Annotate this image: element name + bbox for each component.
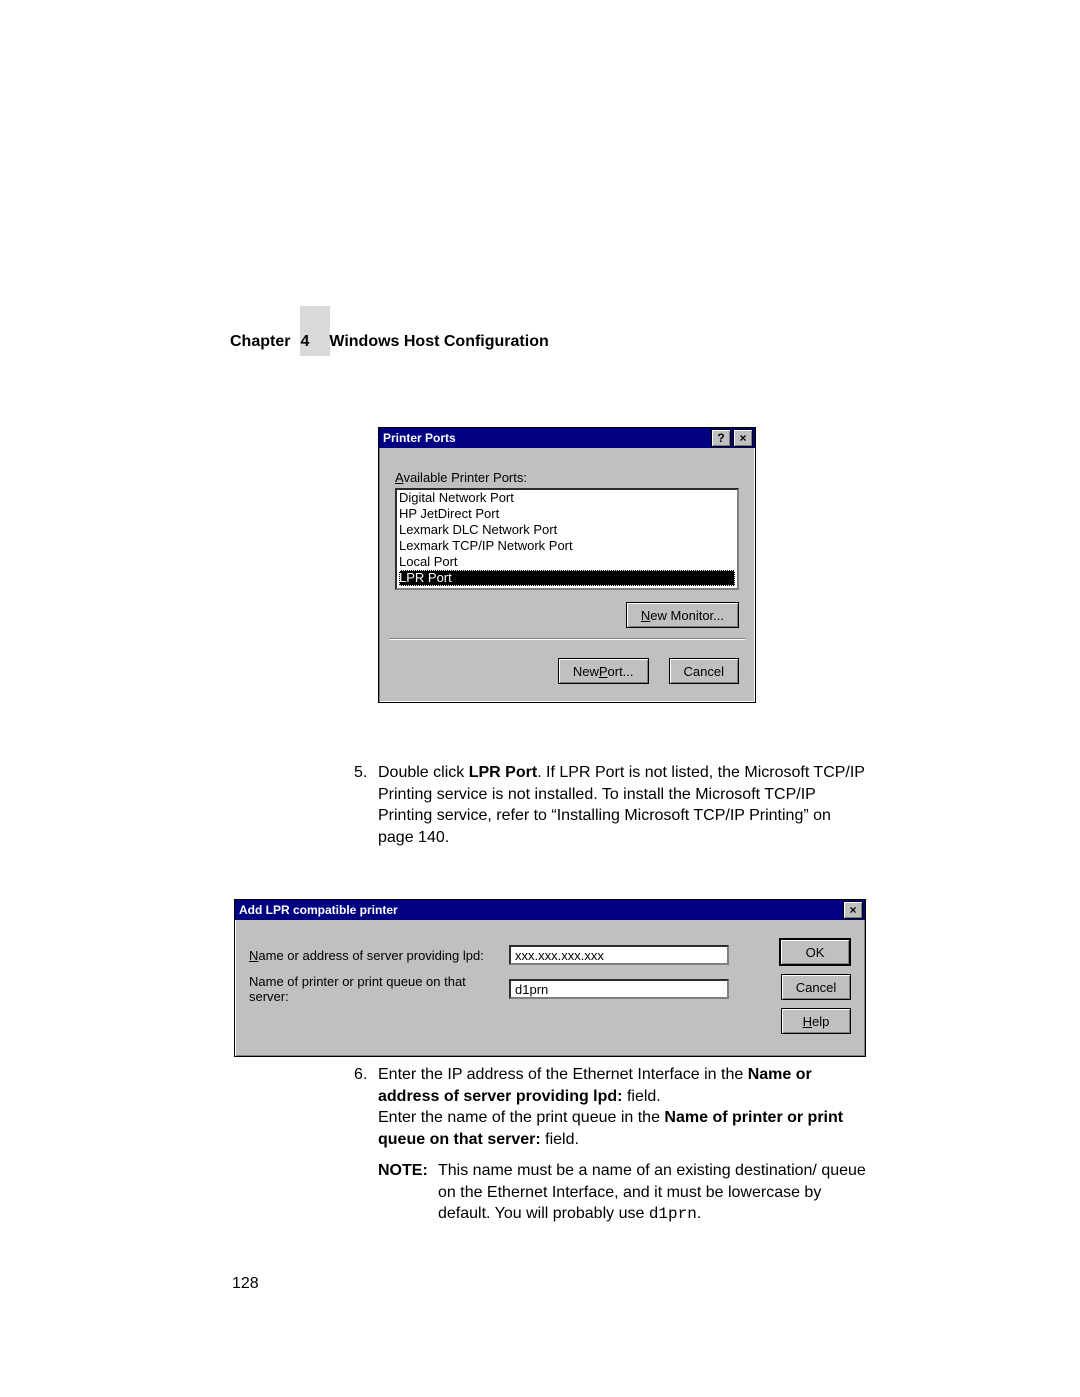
list-item-selected[interactable]: LPR Port bbox=[399, 570, 735, 586]
close-button[interactable]: × bbox=[733, 429, 753, 447]
list-item[interactable]: Digital Network Port bbox=[399, 490, 735, 506]
ports-listbox[interactable]: Digital Network Port HP JetDirect Port L… bbox=[395, 488, 739, 590]
ok-button[interactable]: OK bbox=[779, 938, 851, 966]
cancel-button[interactable]: Cancel bbox=[669, 658, 739, 684]
dialog-titlebar: Add LPR compatible printer × bbox=[235, 900, 865, 920]
close-button[interactable]: × bbox=[843, 901, 863, 919]
list-item[interactable]: Local Port bbox=[399, 554, 735, 570]
server-address-label: Name or address of server providing lpd: bbox=[249, 938, 509, 972]
new-monitor-button[interactable]: New Monitor... bbox=[626, 602, 739, 628]
chapter-word: Chapter bbox=[230, 333, 290, 351]
list-item[interactable]: Lexmark DLC Network Port bbox=[399, 522, 735, 538]
step-number: 5. bbox=[354, 762, 367, 784]
step-number: 6. bbox=[354, 1064, 367, 1086]
cancel-button[interactable]: Cancel bbox=[781, 974, 851, 1000]
printer-queue-input[interactable]: d1prn bbox=[509, 979, 729, 999]
note-label: NOTE: bbox=[378, 1160, 428, 1182]
dialog-title: Add LPR compatible printer bbox=[239, 903, 398, 917]
printer-ports-dialog: Printer Ports ? × Available Printer Port… bbox=[378, 427, 756, 703]
chapter-header: Chapter 4 Windows Host Configuration bbox=[230, 333, 549, 351]
add-lpr-printer-dialog: Add LPR compatible printer × Name or add… bbox=[234, 899, 866, 1057]
available-ports-label: Available Printer Ports: bbox=[395, 470, 739, 485]
step-5-text: 5. Double click LPR Port. If LPR Port is… bbox=[378, 762, 868, 848]
divider bbox=[389, 638, 745, 640]
note-text: NOTE: This name must be a name of an exi… bbox=[438, 1160, 878, 1226]
page-number: 128 bbox=[232, 1275, 259, 1293]
printer-queue-label: Name of printer or print queue on that s… bbox=[249, 972, 509, 1006]
help-button[interactable]: ? bbox=[711, 429, 731, 447]
dialog-title: Printer Ports bbox=[383, 431, 456, 445]
list-item[interactable]: Lexmark TCP/IP Network Port bbox=[399, 538, 735, 554]
help-button[interactable]: Help bbox=[781, 1008, 851, 1034]
server-address-input[interactable]: xxx.xxx.xxx.xxx bbox=[509, 945, 729, 965]
chapter-number: 4 bbox=[300, 333, 309, 351]
chapter-title: Windows Host Configuration bbox=[329, 333, 548, 351]
step-6-text: 6. Enter the IP address of the Ethernet … bbox=[378, 1064, 868, 1150]
new-port-button[interactable]: New Port... bbox=[558, 658, 649, 684]
list-item[interactable]: HP JetDirect Port bbox=[399, 506, 735, 522]
dialog-titlebar: Printer Ports ? × bbox=[379, 428, 755, 448]
